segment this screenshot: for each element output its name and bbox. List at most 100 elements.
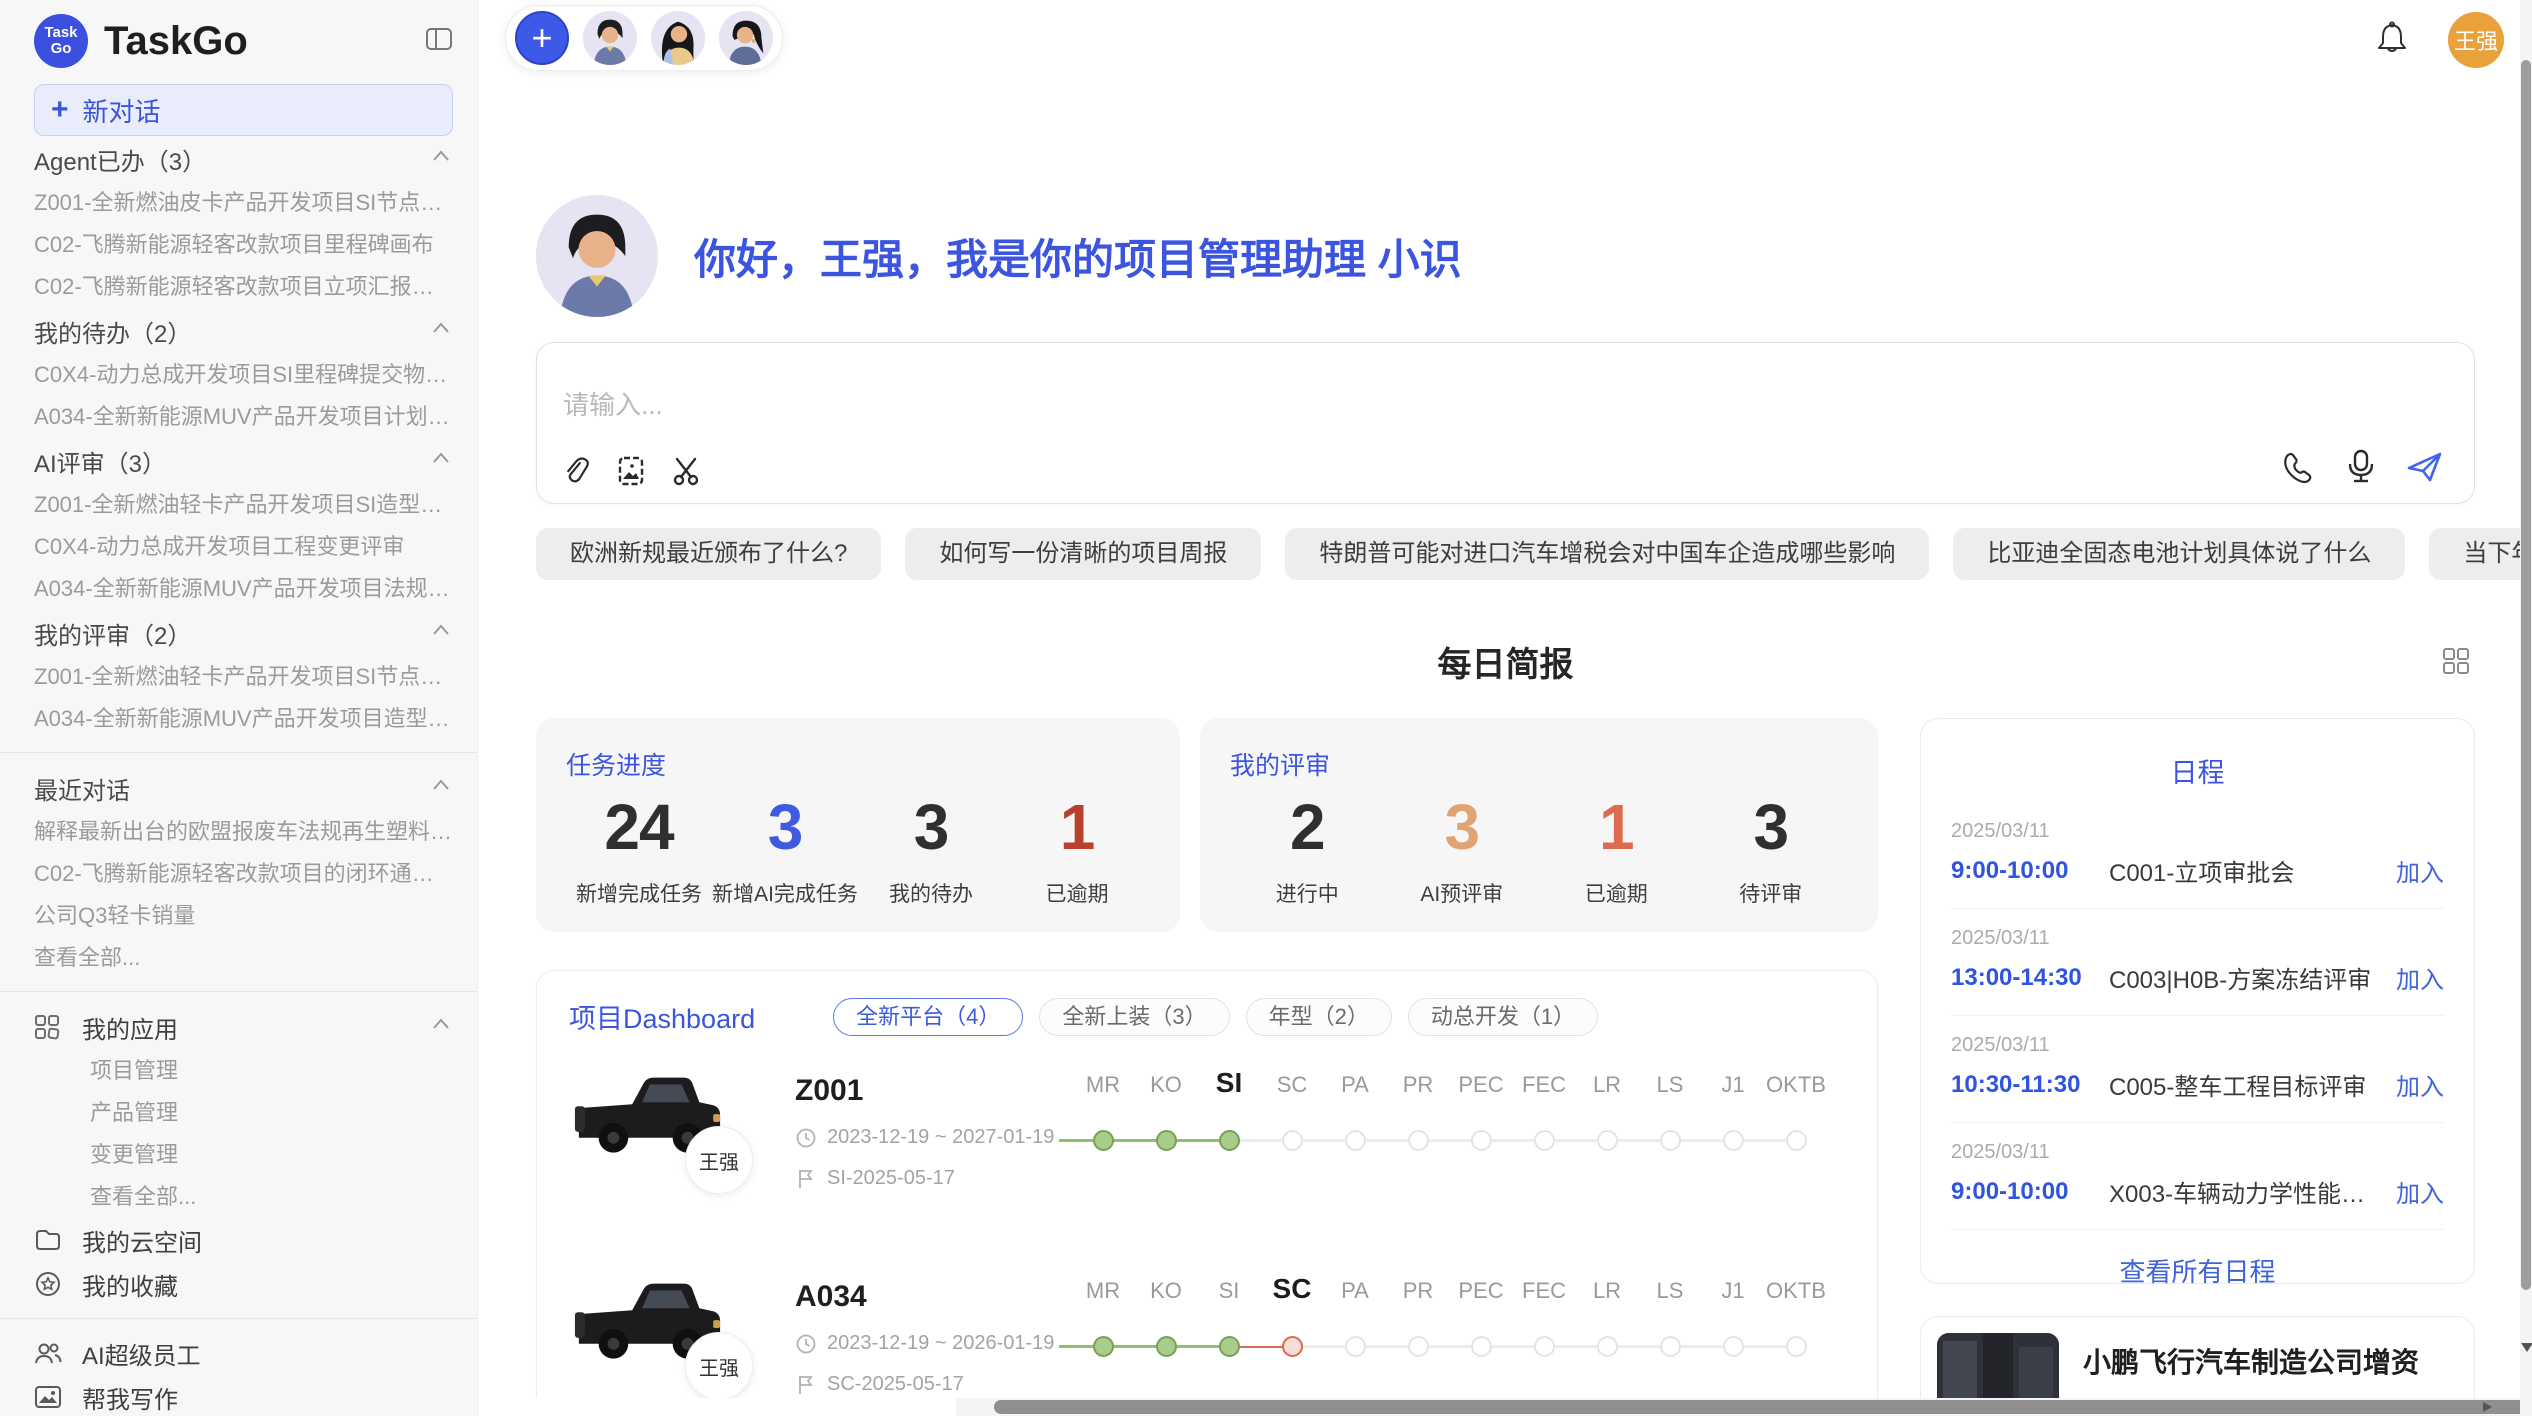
join-meeting-link[interactable]: 加入: [2396, 853, 2444, 888]
send-icon[interactable]: [2406, 450, 2444, 484]
microphone-icon[interactable]: [2346, 449, 2376, 485]
milestone-dot[interactable]: [1219, 1130, 1240, 1151]
sidebar-app-item[interactable]: 项目管理: [34, 1050, 453, 1092]
user-avatar[interactable]: 王强: [2448, 12, 2504, 68]
milestone-dot[interactable]: [1534, 1130, 1555, 1151]
join-meeting-link[interactable]: 加入: [2396, 1067, 2444, 1102]
collapse-sidebar-icon[interactable]: [425, 26, 453, 57]
suggestion-chip[interactable]: 如何写一份清晰的项目周报: [905, 528, 1261, 580]
suggestion-chip[interactable]: 比亚迪全固态电池计划具体说了什么: [1953, 528, 2405, 580]
chevron-up-icon[interactable]: [429, 774, 453, 802]
milestone-dot[interactable]: [1093, 1336, 1114, 1357]
milestone-dot[interactable]: [1282, 1336, 1303, 1357]
dashboard-tab[interactable]: 动总开发（1）: [1408, 998, 1598, 1036]
suggestion-chip[interactable]: 欧洲新规最近颁布了什么?: [536, 528, 881, 580]
scroll-right-arrow-icon[interactable]: [2483, 1402, 2492, 1412]
sidebar-item-people[interactable]: AI超级员工: [34, 1331, 453, 1375]
sidebar-section-header[interactable]: 最近对话: [34, 765, 453, 811]
milestone-dot[interactable]: [1723, 1336, 1744, 1357]
milestone-dot[interactable]: [1219, 1336, 1240, 1357]
stat-card-title: 任务进度: [566, 746, 1150, 782]
sidebar-item[interactable]: A034-全新新能源MUV产品开发项目造型可行性评审: [34, 698, 453, 740]
join-meeting-link[interactable]: 加入: [2396, 1174, 2444, 1209]
milestone-dot[interactable]: [1408, 1130, 1429, 1151]
chevron-up-icon[interactable]: [429, 619, 453, 647]
briefing-layout-icon[interactable]: [2441, 646, 2471, 681]
assistant-greeting-avatar: [536, 195, 658, 317]
chevron-up-icon[interactable]: [429, 145, 453, 173]
project-flag: SI-2025-05-17: [795, 1167, 1051, 1190]
sidebar-section-header[interactable]: 我的待办（2）: [34, 308, 453, 354]
sidebar-item-my-apps[interactable]: 我的应用: [34, 1004, 453, 1050]
milestone-dot[interactable]: [1660, 1130, 1681, 1151]
vertical-scrollbar[interactable]: [2520, 0, 2532, 1416]
sidebar-item[interactable]: A034-全新新能源MUV产品开发项目法规符合性评审: [34, 568, 453, 610]
milestone-dot[interactable]: [1408, 1336, 1429, 1357]
sidebar-item-star[interactable]: 我的收藏: [34, 1262, 453, 1306]
milestone-dot[interactable]: [1471, 1130, 1492, 1151]
suggestion-chip[interactable]: 当下年轻人对汽车外观有怎样的喜好趋势: [2429, 528, 2520, 580]
suggestion-chip[interactable]: 特朗普可能对进口汽车增税会对中国车企造成哪些影响: [1285, 528, 1929, 580]
milestone-dot[interactable]: [1534, 1336, 1555, 1357]
sidebar-section-header[interactable]: Agent已办（3）: [34, 136, 453, 182]
sidebar-section-header[interactable]: 我的评审（2）: [34, 610, 453, 656]
assistant-avatar-1[interactable]: [583, 11, 637, 65]
scissors-icon[interactable]: [671, 455, 703, 487]
sidebar-item-folder[interactable]: 我的云空间: [34, 1218, 453, 1262]
milestone-dot[interactable]: [1660, 1336, 1681, 1357]
notification-bell-icon[interactable]: [2376, 21, 2408, 60]
sidebar-item[interactable]: 公司Q3轻卡销量: [34, 895, 453, 937]
chevron-up-icon[interactable]: [429, 1013, 453, 1041]
milestone-dot[interactable]: [1597, 1130, 1618, 1151]
news-card[interactable]: 小鹏飞行汽车制造公司增资 天眼查 App 显示，近日广州汇天飞行汽...: [1920, 1316, 2475, 1398]
milestone-dot[interactable]: [1471, 1336, 1492, 1357]
screenshot-icon[interactable]: [615, 455, 647, 487]
sidebar-item[interactable]: Z001-全新燃油轻卡产品开发项目SI节点属性5D文件评审: [34, 656, 453, 698]
join-meeting-link[interactable]: 加入: [2396, 960, 2444, 995]
milestone-dot[interactable]: [1282, 1130, 1303, 1151]
phone-call-icon[interactable]: [2282, 450, 2316, 484]
sidebar-item[interactable]: C02-飞腾新能源轻客改款项目立项汇报方案: [34, 266, 453, 308]
sidebar-item[interactable]: A034-全新新能源MUV产品开发项目计划变更表编写: [34, 396, 453, 438]
project-image: 王强: [569, 1276, 795, 1398]
schedule-name: X003-车辆动力学性能验...: [2109, 1174, 2382, 1209]
milestone-dot[interactable]: [1156, 1130, 1177, 1151]
sidebar-item[interactable]: C0X4-动力总成开发项目工程变更评审: [34, 526, 453, 568]
sidebar-item[interactable]: 解释最新出台的欧盟报废车法规再生塑料比例被调至15%...: [34, 811, 453, 853]
dashboard-tab[interactable]: 年型（2）: [1246, 998, 1392, 1036]
vertical-scrollbar-thumb[interactable]: [2521, 60, 2531, 1290]
sidebar-item[interactable]: 查看全部...: [34, 937, 453, 979]
sidebar-item[interactable]: Z001-全新燃油皮卡产品开发项目SI节点Lesson Learn报告: [34, 182, 453, 224]
sidebar-app-item[interactable]: 变更管理: [34, 1134, 453, 1176]
milestone-dot[interactable]: [1345, 1130, 1366, 1151]
sidebar-item[interactable]: C02-飞腾新能源轻客改款项目里程碑画布: [34, 224, 453, 266]
horizontal-scrollbar[interactable]: [956, 1398, 2520, 1416]
dashboard-tab[interactable]: 全新上装（3）: [1039, 998, 1229, 1036]
milestone-dot[interactable]: [1345, 1336, 1366, 1357]
new-chat-button[interactable]: + 新对话: [34, 84, 453, 136]
sidebar-app-item[interactable]: 查看全部...: [34, 1176, 453, 1218]
horizontal-scrollbar-thumb[interactable]: [994, 1400, 2532, 1414]
milestone-dot[interactable]: [1093, 1130, 1114, 1151]
milestone-dot[interactable]: [1597, 1336, 1618, 1357]
view-all-schedule-link[interactable]: 查看所有日程: [1951, 1252, 2444, 1289]
scroll-down-arrow-icon[interactable]: [2521, 1343, 2532, 1352]
sidebar-item[interactable]: Z001-全新燃油轻卡产品开发项目SI造型提交物评审: [34, 484, 453, 526]
add-conversation-button[interactable]: +: [515, 11, 569, 65]
chevron-up-icon[interactable]: [429, 317, 453, 345]
milestone-dot[interactable]: [1723, 1130, 1744, 1151]
paperclip-icon[interactable]: [561, 455, 591, 487]
dashboard-tab[interactable]: 全新平台（4）: [833, 998, 1023, 1036]
sidebar-item-photo[interactable]: 帮我写作: [34, 1375, 453, 1416]
sidebar-item[interactable]: C02-飞腾新能源轻客改款项目的闭环通告反馈情况: [34, 853, 453, 895]
assistant-avatar-2[interactable]: [651, 11, 705, 65]
milestone-dot[interactable]: [1786, 1336, 1807, 1357]
sidebar-app-item[interactable]: 产品管理: [34, 1092, 453, 1134]
assistant-avatar-3[interactable]: [719, 11, 773, 65]
chevron-up-icon[interactable]: [429, 447, 453, 475]
sidebar-section-header[interactable]: AI评审（3）: [34, 438, 453, 484]
sidebar-item[interactable]: C0X4-动力总成开发项目SI里程碑提交物检查: [34, 354, 453, 396]
milestone-dot[interactable]: [1156, 1336, 1177, 1357]
milestone-dot[interactable]: [1786, 1130, 1807, 1151]
chat-input-card[interactable]: 请输入...: [536, 342, 2475, 504]
